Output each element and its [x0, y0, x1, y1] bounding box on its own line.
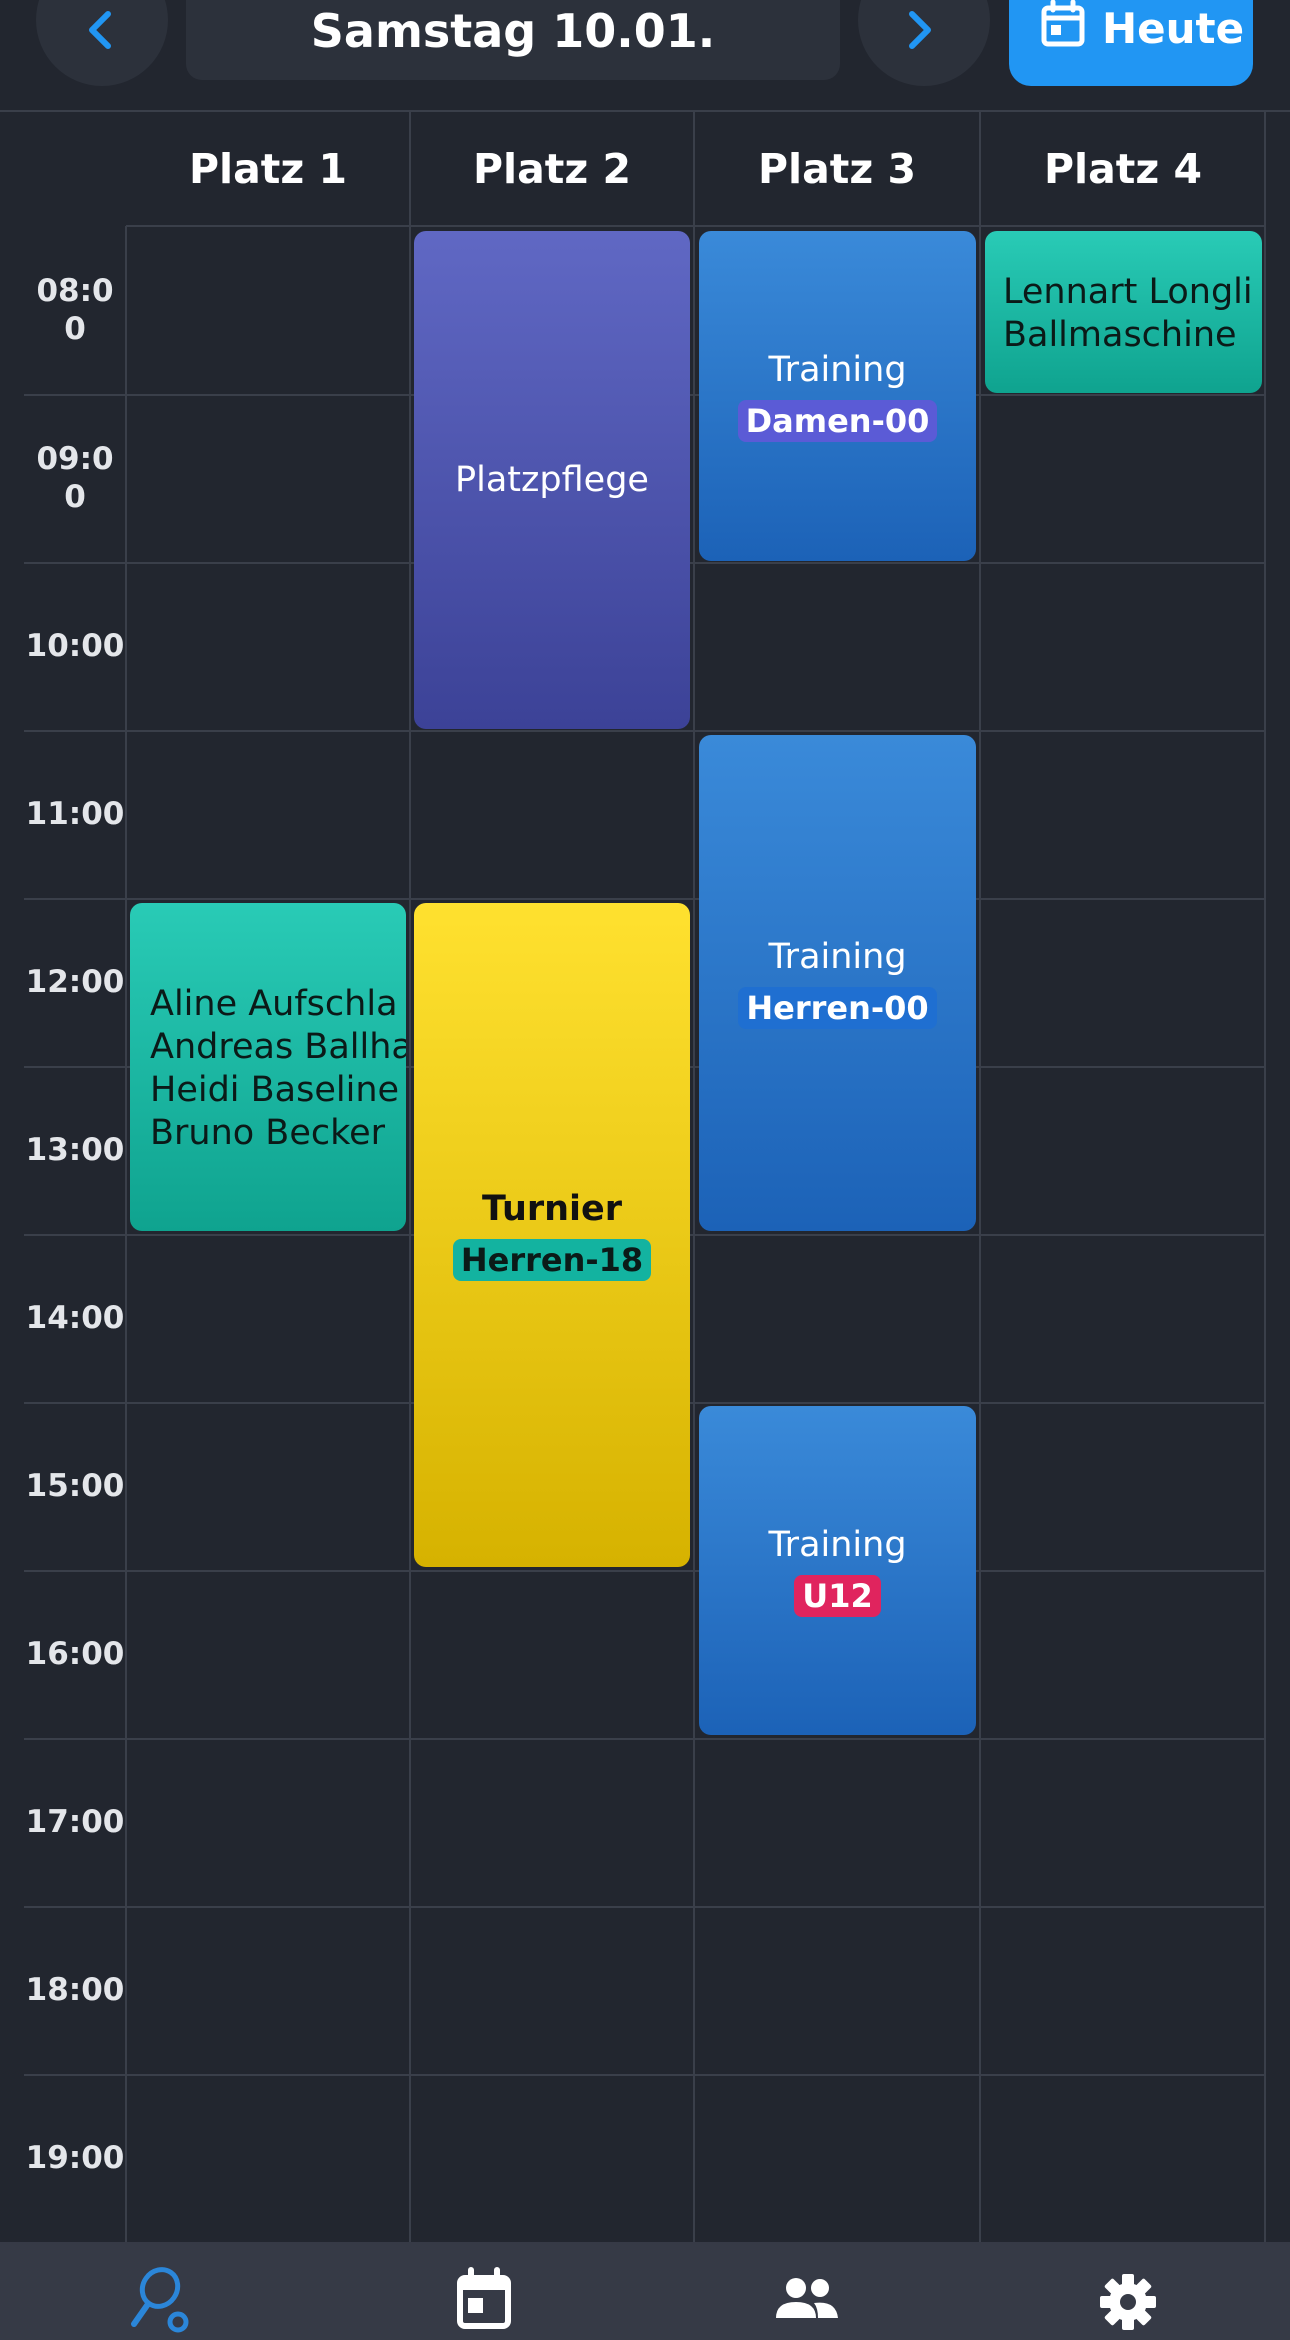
time-label: 14:00 — [25, 1300, 125, 1336]
player-name: Heidi Baseline — [150, 1070, 400, 1110]
event-training-damen[interactable]: Training Damen-00 — [699, 231, 976, 561]
event-title: Training — [768, 1524, 907, 1565]
grid-line — [693, 112, 695, 2242]
grid-line — [24, 730, 1266, 732]
date-selector[interactable]: Samstag 10.01. — [186, 0, 840, 80]
calendar-today-icon — [1041, 0, 1085, 47]
today-label: Heute — [1102, 4, 1245, 53]
grid-line — [24, 2074, 1266, 2076]
grid-line — [24, 1906, 1266, 1908]
tab-members[interactable] — [768, 2266, 844, 2336]
previous-day-button[interactable] — [36, 0, 168, 86]
player-name: Ballmaschine — [1003, 315, 1237, 355]
time-label: 10:00 — [25, 628, 125, 664]
tennis-racket-icon — [131, 2267, 189, 2333]
court-header-4: Platz 4 — [1043, 145, 1203, 193]
event-training-u12[interactable]: Training U12 — [699, 1406, 976, 1735]
group-badge: U12 — [794, 1574, 881, 1617]
next-day-button[interactable] — [858, 0, 990, 86]
time-label: 11:00 — [25, 796, 125, 832]
event-turnier[interactable]: Turnier Herren-18 — [414, 903, 690, 1567]
tab-calendar[interactable] — [446, 2266, 522, 2336]
chevron-left-icon — [89, 11, 111, 49]
tab-settings[interactable] — [1090, 2266, 1166, 2336]
tab-courts[interactable] — [126, 2266, 202, 2336]
grid-line — [24, 898, 1266, 900]
calendar-icon — [457, 2267, 511, 2329]
event-title: Turnier — [481, 1189, 623, 1229]
bottom-tab-bar — [0, 2242, 1290, 2340]
time-label: 18:00 — [25, 1972, 125, 2008]
time-label: 15:00 — [25, 1468, 125, 1504]
grid-line — [409, 112, 411, 2242]
time-label: 09:0 0 — [36, 441, 114, 515]
player-name: Andreas Ballha — [150, 1027, 406, 1067]
gear-icon — [1100, 2274, 1156, 2330]
group-badge: Herren-00 — [738, 987, 937, 1029]
court-header-3: Platz 3 — [757, 145, 917, 193]
grid-line — [126, 225, 1266, 227]
grid-line — [979, 112, 981, 2242]
time-label: 13:00 — [25, 1132, 125, 1168]
player-name: Lennart Longli — [1003, 272, 1253, 312]
player-name: Bruno Becker — [150, 1113, 386, 1153]
time-label: 16:00 — [25, 1636, 125, 1672]
today-button[interactable]: Heute — [1009, 0, 1253, 86]
time-label: 17:00 — [25, 1804, 125, 1840]
time-label: 12:00 — [25, 964, 125, 1000]
event-title: Platzpflege — [455, 460, 649, 500]
court-header-1: Platz 1 — [188, 145, 348, 193]
grid-line — [24, 1570, 1266, 1572]
event-title: Training — [768, 937, 907, 977]
time-label: 08:0 0 — [36, 273, 114, 347]
current-date: Samstag 10.01. — [310, 4, 716, 58]
chevron-right-icon — [909, 11, 931, 49]
event-booking-platz4[interactable]: Lennart Longli Ballmaschine — [985, 231, 1262, 393]
top-bar: Samstag 10.01. Heute — [0, 0, 1290, 112]
people-icon — [776, 2278, 838, 2318]
group-badge: Herren-18 — [452, 1239, 652, 1281]
grid-line — [1264, 112, 1266, 2242]
event-platzpflege[interactable]: Platzpflege — [414, 231, 690, 729]
event-booking-platz1[interactable]: Aline Aufschla Andreas Ballha Heidi Base… — [130, 903, 406, 1231]
event-title: Training — [768, 350, 907, 390]
court-header-2: Platz 2 — [472, 145, 632, 193]
event-training-herren[interactable]: Training Herren-00 — [699, 735, 976, 1231]
time-label: 19:00 — [25, 2140, 125, 2176]
group-badge: Damen-00 — [737, 400, 938, 442]
player-name: Aline Aufschla — [150, 984, 398, 1024]
grid-line — [24, 1738, 1266, 1740]
